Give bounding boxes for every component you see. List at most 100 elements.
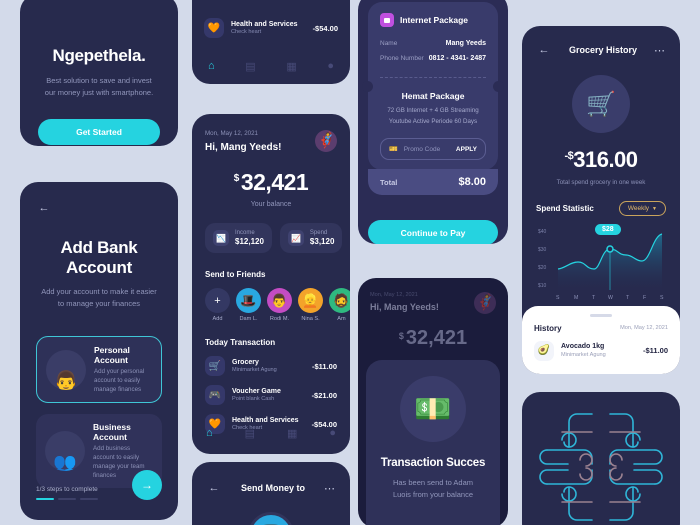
svg-text:T: T — [592, 295, 596, 300]
transaction-desc: Minimarket Agung — [232, 367, 277, 374]
nav-profile-icon[interactable]: ● — [329, 427, 336, 440]
more-dots-icon[interactable]: ⋯ — [324, 482, 336, 495]
friend-item[interactable]: 👱 Nina S. — [298, 288, 323, 322]
avatar: 🎩 — [236, 288, 261, 313]
apply-button[interactable]: APPLY — [456, 146, 477, 153]
greeting: Hi, Mang Yeeds! — [370, 302, 439, 312]
onboarding-subtitle: Best solution to save and invest our mon… — [44, 76, 154, 97]
table-row[interactable]: 🧡 Health and Services Check heart -$54.0… — [204, 18, 338, 38]
next-step-button[interactable]: → — [132, 470, 162, 500]
get-started-button[interactable]: Get Started — [38, 119, 160, 145]
field-name-row: Name Mang Yeeds — [380, 40, 486, 47]
stat-label: Income — [235, 230, 255, 236]
continue-to-pay-button[interactable]: Continue to Pay — [368, 220, 498, 244]
total-spend-value: 316.00 — [573, 147, 638, 172]
transaction-desc: Check heart — [231, 29, 262, 36]
page-title: Grocery History — [568, 45, 638, 55]
friend-name: Nina S. — [301, 316, 320, 322]
more-dots-icon[interactable]: ⋯ — [654, 44, 666, 57]
nav-stats-icon[interactable]: ▦ — [287, 427, 297, 440]
account-option-title: Business Account — [93, 422, 131, 442]
svg-text:$10: $10 — [538, 283, 547, 289]
friend-item[interactable]: 🎩 Dam L. — [236, 288, 261, 322]
total-bar: Total $8.00 — [368, 169, 498, 195]
transaction-amount: -$11.00 — [311, 361, 337, 371]
transaction-desc: Point blank Cash — [232, 396, 275, 403]
package-detail-line: 72 GB Internet + 4 GB Streaming — [387, 107, 479, 114]
friend-name: Rodi M. — [269, 316, 290, 322]
history-sheet: History Mon, May 12, 2021 🥑 Avocado 1kg … — [522, 306, 680, 374]
arrow-left-icon[interactable]: ← — [206, 480, 222, 496]
total-spend-caption: Total spend grocery in one week — [556, 179, 646, 186]
add-bank-subtitle: Add your account to make it easier to ma… — [41, 287, 157, 308]
success-subtitle: Has been send to Adam Luois from your ba… — [392, 478, 474, 499]
page-title: Internet Package — [400, 15, 469, 25]
avatar: 👨 — [267, 288, 292, 313]
decorative-pattern-card — [522, 392, 680, 525]
friend-name: Am — [337, 316, 346, 322]
spend-chart: $40 $30 $20 $10 S M T W T F S $28 — [536, 224, 666, 300]
chevron-down-icon: ▼ — [652, 205, 657, 212]
arrow-left-icon[interactable]: ← — [536, 42, 552, 58]
page-title: Ngepethela. — [52, 46, 146, 65]
friend-item[interactable]: 🧔 Am — [329, 288, 350, 322]
stat-label: Spend — [309, 230, 328, 236]
account-option-personal[interactable]: 👨 Personal Account Add your personal acc… — [36, 336, 162, 403]
cart-icon: 🛒 — [572, 75, 630, 133]
friend-item[interactable]: 👨 Rodi M. — [267, 288, 292, 322]
list-item[interactable]: 🥑 Avocado 1kg Minimarket Agung -$11.00 — [534, 340, 668, 361]
nav-stats-icon[interactable]: ▦ — [286, 60, 296, 73]
avatar: 👱 — [298, 288, 323, 313]
currency-symbol: -$ — [564, 150, 574, 162]
nav-home-icon[interactable]: ⌂ — [206, 427, 213, 440]
spend-statistic-heading: Spend Statistic — [536, 204, 594, 213]
send-money-screen: ← Send Money to ⋯ 🎩 — [192, 462, 350, 525]
transaction-success-screen: Mon, May 12, 2021 Hi, Mang Yeeds! 🦸 $32,… — [358, 278, 508, 525]
package-name: Hemat Package — [401, 91, 465, 101]
step-progress-dots — [36, 497, 98, 500]
field-phone-row: Phone Number 0812 - 4341- 2487 — [380, 55, 486, 62]
arrow-left-icon[interactable]: ← — [36, 200, 52, 216]
transaction-name: Grocery — [232, 358, 259, 366]
heart-icon: 🧡 — [204, 18, 224, 38]
send-to-friends-heading: Send to Friends — [205, 270, 266, 279]
spend-stat-card[interactable]: 📈 Spend $3,120 — [279, 223, 343, 253]
ticket-notch — [362, 80, 373, 92]
history-heading: History — [534, 323, 562, 333]
nav-home-icon[interactable]: ⌂ — [208, 60, 215, 73]
chart-tooltip-value: $28 — [602, 226, 614, 233]
wallet-screen-partial-top: -$54.00 🧡 Health and Services Check hear… — [192, 0, 350, 84]
package-ticket: Internet Package Name Mang Yeeds Phone N… — [362, 2, 504, 170]
current-date: Mon, May 12, 2021 — [205, 130, 258, 137]
divider — [380, 77, 486, 78]
history-item-name: Avocado 1kg — [561, 343, 605, 351]
drag-handle[interactable] — [590, 314, 612, 317]
step-dot — [80, 497, 98, 500]
friend-name: Dam L. — [239, 316, 258, 322]
bottom-nav: ⌂ ▤ ▦ ● — [192, 427, 350, 440]
table-row[interactable]: 🎮 Voucher Game Point blank Cash -$21.00 — [205, 385, 337, 405]
nav-cards-icon[interactable]: ▤ — [245, 427, 255, 440]
svg-text:F: F — [643, 295, 646, 300]
friend-add-button[interactable]: + Add — [205, 288, 230, 322]
income-stat-card[interactable]: 📉 Income $12,120 — [205, 223, 272, 253]
table-row[interactable]: 🛒 Grocery Minimarket Agung -$11.00 — [205, 356, 337, 376]
stat-value: $12,120 — [235, 237, 264, 246]
transaction-amount: -$54.00 — [312, 23, 338, 33]
history-item-amount: -$11.00 — [642, 346, 668, 355]
onboarding-screen: Ngepethela. Best solution to save and in… — [20, 0, 178, 146]
nav-profile-icon[interactable]: ● — [327, 60, 334, 73]
greeting: Hi, Mang Yeeds! — [205, 142, 282, 153]
nav-cards-icon[interactable]: ▤ — [245, 60, 255, 73]
promo-code-field[interactable]: 🎫 Promo Code APPLY — [380, 138, 486, 160]
period-selector[interactable]: Weekly ▼ — [618, 201, 666, 216]
avatar[interactable]: 🦸 — [315, 130, 337, 152]
wallet-screen: Mon, May 12, 2021 Hi, Mang Yeeds! 🦸 $32,… — [192, 114, 350, 454]
package-detail-line: Youtube Active Periode 60 Days — [388, 118, 478, 125]
promo-code-input[interactable]: Promo Code — [404, 146, 450, 153]
balance-label: Your balance — [250, 201, 292, 208]
svg-text:T: T — [626, 295, 630, 300]
game-icon: 🎮 — [205, 385, 225, 405]
total-label: Total — [380, 177, 398, 187]
field-value: Mang Yeeds — [445, 40, 486, 47]
